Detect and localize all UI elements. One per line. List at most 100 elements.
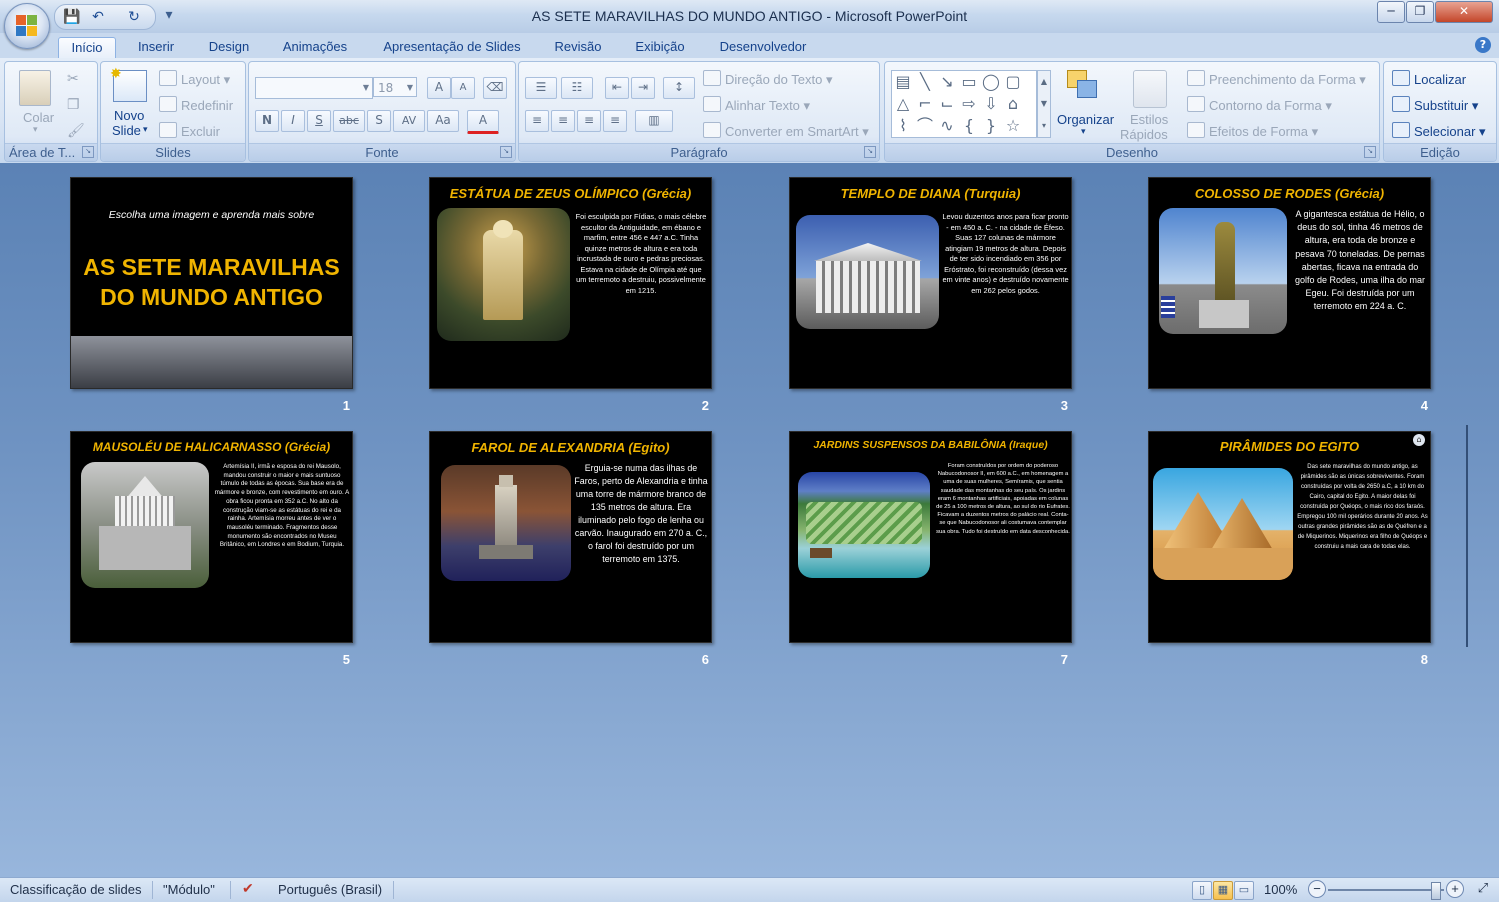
drawing-launcher-icon[interactable]: ↘ (1364, 146, 1376, 158)
select-button[interactable]: Selecionar ▾ (1392, 122, 1486, 140)
triangle-shape-icon[interactable]: △ (894, 95, 912, 113)
format-painter-icon[interactable]: 🖌 (67, 122, 85, 139)
bold-button[interactable]: N (255, 110, 279, 132)
close-button[interactable]: ✕ (1435, 1, 1493, 23)
delete-slide-button[interactable]: Excluir (159, 122, 220, 139)
status-theme-name[interactable]: "Módulo" (163, 882, 215, 897)
tab-inicio[interactable]: Início (58, 37, 116, 60)
help-icon[interactable]: ? (1475, 37, 1491, 53)
paste-button[interactable]: Colar (23, 110, 54, 125)
shape-outline-button[interactable]: Contorno da Forma ▾ (1187, 96, 1332, 114)
copy-icon[interactable]: ❐ (67, 96, 80, 113)
arrow-line-shape-icon[interactable]: ↘ (938, 73, 956, 91)
slide-show-view-icon[interactable]: ▭ (1234, 881, 1254, 900)
arrange-icon[interactable] (1067, 70, 1101, 102)
italic-button[interactable]: I (281, 110, 305, 132)
slide-thumbnail-2[interactable]: ESTÁTUA DE ZEUS OLÍMPICO (Grécia) Foi es… (429, 177, 712, 389)
clear-format-icon[interactable]: ⌫ (483, 77, 507, 99)
cut-icon[interactable]: ✂ (67, 70, 79, 87)
align-right-icon[interactable]: ≡ (577, 110, 601, 132)
elbow-connector-icon[interactable]: ⌐ (916, 95, 934, 113)
slide-thumbnail-8[interactable]: PIRÂMIDES DO EGITO ⌂ Das sete maravilhas… (1148, 431, 1431, 643)
oval-shape-icon[interactable]: ◯ (982, 73, 1000, 91)
font-size-combo[interactable]: 18 ▼ (373, 77, 417, 97)
tab-revisao[interactable]: Revisão (546, 37, 610, 59)
clipboard-launcher-icon[interactable]: ↘ (82, 146, 94, 158)
star-shape-icon[interactable]: ☆ (1004, 117, 1022, 135)
callout-shape-icon[interactable]: ⌂ (1004, 95, 1022, 113)
char-spacing-button[interactable]: AV (393, 110, 425, 132)
slide-thumbnail-7[interactable]: JARDINS SUSPENSOS DA BABILÔNIA (Iraque) … (789, 431, 1072, 643)
tab-inserir[interactable]: Inserir (126, 37, 186, 59)
font-color-button[interactable]: A (467, 110, 499, 134)
shrink-font-button[interactable]: A (451, 77, 475, 99)
quick-styles-label-2[interactable]: Rápidos (1120, 127, 1168, 142)
change-case-button[interactable]: Aa (427, 110, 459, 132)
quick-styles-icon[interactable] (1133, 70, 1167, 108)
new-slide-icon[interactable]: ✸ (110, 66, 147, 102)
elbow-arrow-icon[interactable]: ⌙ (938, 95, 956, 113)
underline-button[interactable]: S (307, 110, 331, 132)
right-brace-shape-icon[interactable]: } (982, 117, 1000, 135)
office-button[interactable] (4, 3, 50, 49)
zoom-slider-thumb[interactable] (1431, 882, 1441, 900)
line-spacing-icon[interactable]: ↕ (663, 77, 695, 99)
layout-button[interactable]: Layout ▾ (159, 70, 230, 88)
grow-font-button[interactable]: A (427, 77, 451, 99)
shadow-button[interactable]: S (367, 110, 391, 132)
quick-styles-label-1[interactable]: Estilos (1130, 112, 1168, 127)
text-direction-button[interactable]: Direção do Texto ▾ (703, 70, 832, 88)
status-language[interactable]: Português (Brasil) (278, 882, 382, 897)
replace-button[interactable]: Substituir ▾ (1392, 96, 1478, 114)
minimize-button[interactable]: ─ (1377, 1, 1405, 23)
align-center-icon[interactable]: ≡ (551, 110, 575, 132)
spell-check-icon[interactable]: ✔ (242, 880, 254, 897)
tab-apresentacao[interactable]: Apresentação de Slides (370, 37, 534, 59)
smartart-button[interactable]: Converter em SmartArt ▾ (703, 122, 869, 140)
down-arrow-shape-icon[interactable]: ⇩ (982, 95, 1000, 113)
shape-effects-button[interactable]: Efeitos de Forma ▾ (1187, 122, 1318, 140)
zoom-level[interactable]: 100% (1264, 882, 1297, 897)
home-icon[interactable]: ⌂ (1413, 434, 1425, 446)
left-brace-shape-icon[interactable]: { (960, 117, 978, 135)
find-button[interactable]: Localizar (1392, 70, 1466, 87)
tab-desenvolvedor[interactable]: Desenvolvedor (710, 37, 816, 59)
line-shape-icon[interactable]: ╲ (916, 73, 934, 91)
freeform-shape-icon[interactable]: ⌇ (894, 117, 912, 135)
shapes-gallery[interactable]: ▤ ╲ ↘ ▭ ◯ ▢ △ ⌐ ⌙ ⇨ ⇩ ⌂ ⌇ ⌒ ∿ { } ☆ (891, 70, 1037, 138)
zoom-out-button[interactable]: − (1308, 880, 1326, 898)
arc-shape-icon[interactable]: ⌒ (916, 117, 934, 135)
slide-thumbnail-3[interactable]: TEMPLO DE DIANA (Turquia) Levou duzentos… (789, 177, 1072, 389)
new-slide-label-2[interactable]: Slide (112, 123, 141, 138)
slide-thumbnail-5[interactable]: MAUSOLÉU DE HALICARNASSO (Grécia) Artemí… (70, 431, 353, 643)
tab-animacoes[interactable]: Animações (272, 37, 358, 59)
font-launcher-icon[interactable]: ↘ (500, 146, 512, 158)
align-left-icon[interactable]: ≡ (525, 110, 549, 132)
rounded-rect-shape-icon[interactable]: ▢ (1004, 73, 1022, 91)
decrease-indent-icon[interactable]: ⇤ (605, 77, 629, 99)
justify-icon[interactable]: ≡ (603, 110, 627, 132)
increase-indent-icon[interactable]: ⇥ (631, 77, 655, 99)
strikethrough-button[interactable]: abc (333, 110, 365, 132)
curve-shape-icon[interactable]: ∿ (938, 117, 956, 135)
slide-thumbnail-4[interactable]: COLOSSO DE RODES (Grécia) A gigantesca e… (1148, 177, 1431, 389)
numbering-icon[interactable]: ☷ (561, 77, 593, 99)
reset-button[interactable]: Redefinir (159, 96, 233, 113)
right-arrow-shape-icon[interactable]: ⇨ (960, 95, 978, 113)
slide-thumbnail-6[interactable]: FAROL DE ALEXANDRIA (Egito) Erguia-se nu… (429, 431, 712, 643)
shapes-scroll-icon[interactable]: ▲ ▼ ▾ (1037, 70, 1051, 138)
fit-to-window-icon[interactable]: ⤢ (1474, 880, 1492, 898)
maximize-button[interactable]: ❐ (1406, 1, 1434, 23)
tab-exibicao[interactable]: Exibição (622, 37, 698, 59)
shape-fill-button[interactable]: Preenchimento da Forma ▾ (1187, 70, 1366, 88)
paragraph-launcher-icon[interactable]: ↘ (864, 146, 876, 158)
zoom-in-button[interactable]: + (1446, 880, 1464, 898)
textbox-shape-icon[interactable]: ▤ (894, 73, 912, 91)
new-slide-label-1[interactable]: Novo (114, 108, 144, 123)
paste-icon[interactable] (19, 70, 51, 106)
zoom-slider-track[interactable] (1328, 889, 1444, 891)
slide-sorter-view-icon[interactable]: ▦ (1213, 881, 1233, 900)
font-name-combo[interactable]: ▼ (255, 77, 373, 99)
align-text-button[interactable]: Alinhar Texto ▾ (703, 96, 810, 114)
arrange-button[interactable]: Organizar (1057, 112, 1114, 127)
